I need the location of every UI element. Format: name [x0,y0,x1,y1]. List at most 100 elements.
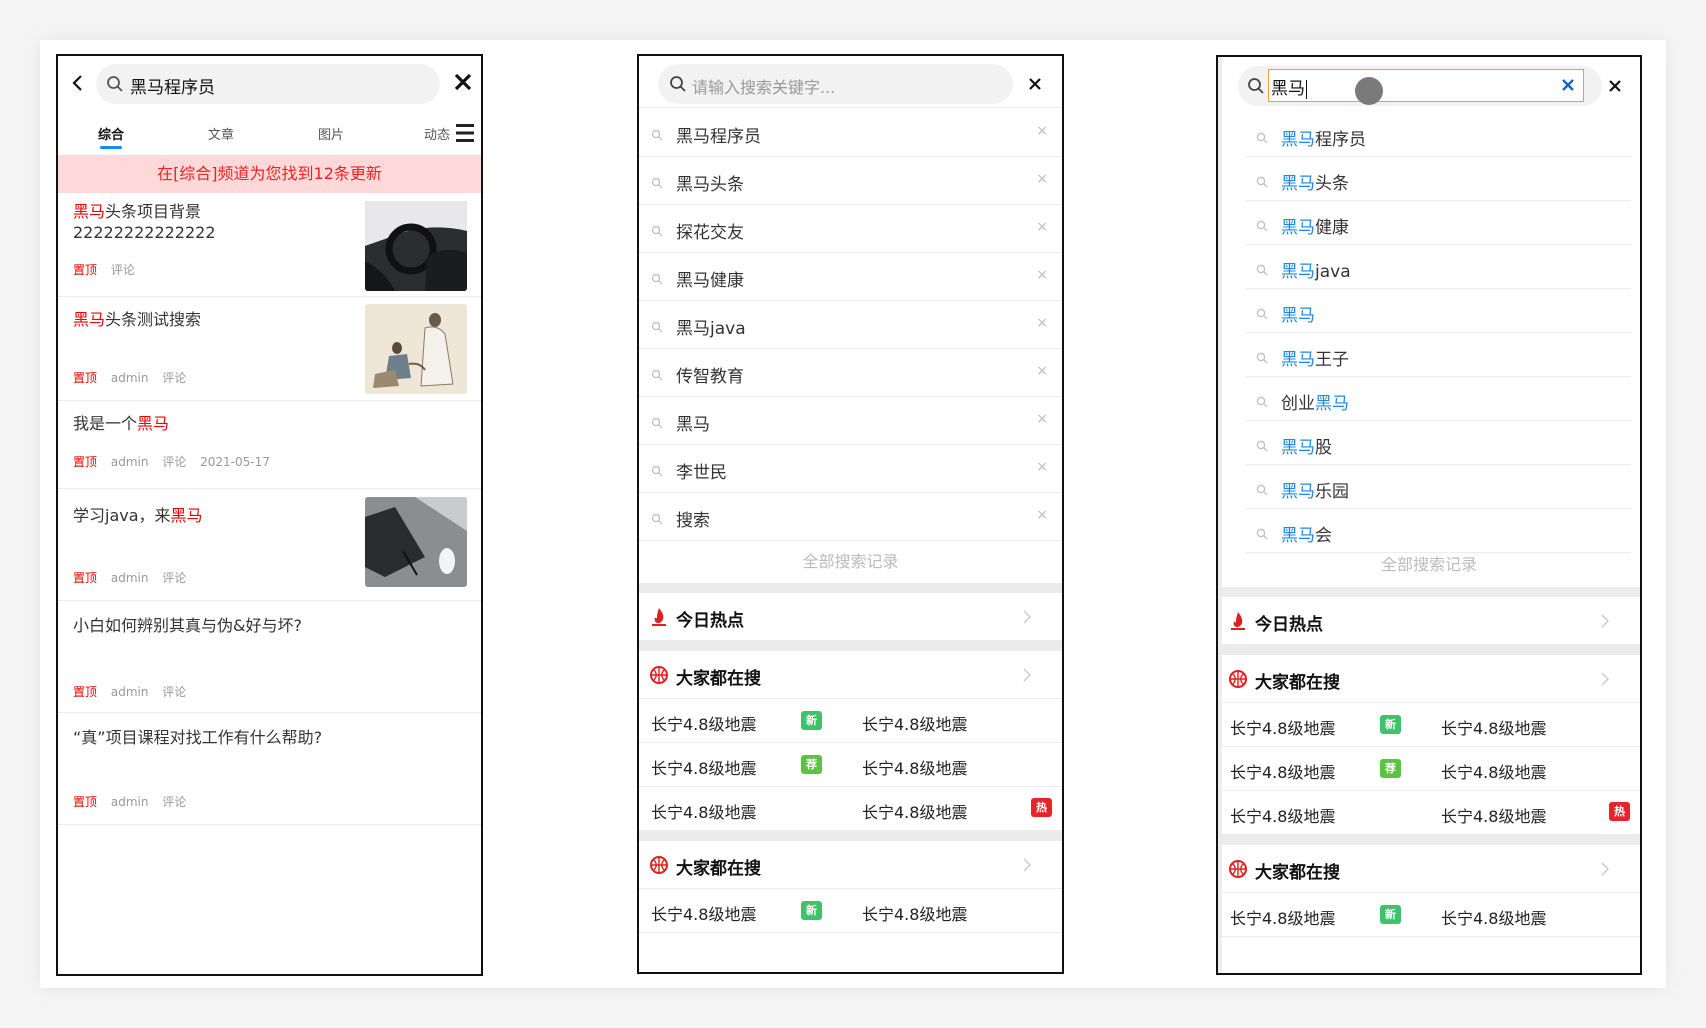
hot-search-row: 长宁4.8级地震 新 长宁4.8级地震 [1218,703,1640,747]
hot-search-item[interactable]: 长宁4.8级地震 [1230,905,1335,929]
delete-history-icon[interactable]: × [1036,411,1048,427]
suggestion-highlight: 黑马 [1281,438,1315,458]
section-hot-today[interactable]: 今日热点 [1218,597,1640,645]
hot-search-item[interactable]: 长宁4.8级地震 [651,711,756,735]
section-everyone-searching-2[interactable]: 大家都在搜 [1218,845,1640,893]
delete-history-icon[interactable]: × [1036,123,1048,139]
pinned-label: 置顶 [73,455,98,469]
menu-icon[interactable] [455,122,475,144]
suggestion-list: 黑马程序员 黑马头条 黑马健康 黑马java 黑马 黑马王子 创业黑马 黑马股 黑马乐园 黑马会 [1246,113,1631,553]
tab-articles[interactable]: 文章 [208,124,234,143]
author-label: admin [110,571,149,585]
section-everyone-searching[interactable]: 大家都在搜 [1218,655,1640,703]
close-icon[interactable] [451,70,475,94]
hot-search-item[interactable]: 长宁4.8级地震 [1441,803,1546,827]
delete-history-icon[interactable]: × [1036,315,1048,331]
hot-search-item[interactable]: 长宁4.8级地震 [1441,759,1546,783]
suggestion-item[interactable]: 黑马程序员 [1246,113,1631,157]
tab-general[interactable]: 综合 [98,124,124,143]
delete-history-icon[interactable]: × [1036,267,1048,283]
hot-search-item[interactable]: 长宁4.8级地震 [862,755,967,779]
hot-search-item[interactable]: 长宁4.8级地震 [1230,715,1335,739]
delete-history-icon[interactable]: × [1036,219,1048,235]
hot-search-item[interactable]: 长宁4.8级地震 [862,799,967,823]
article-meta: 置顶 admin 评论 [73,683,196,700]
suggestion-highlight: 黑马 [1281,482,1315,502]
suggestion-highlight: 黑马 [1315,394,1349,414]
divider [1218,587,1640,597]
hot-search-item[interactable]: 长宁4.8级地震 [651,755,756,779]
search-icon [651,318,663,333]
all-history-link[interactable]: 全部搜索记录 [639,541,1062,583]
history-item[interactable]: 李世民 × [639,445,1062,493]
suggestion-item[interactable]: 黑马 [1246,289,1631,333]
tab-moments[interactable]: 动态 [424,124,450,143]
chevron-right-icon [1601,862,1610,876]
suggestion-item[interactable]: 黑马健康 [1246,201,1631,245]
history-item[interactable]: 黑马头条 × [639,157,1062,205]
section-everyone-searching-2[interactable]: 大家都在搜 [639,841,1062,889]
hot-search-item[interactable]: 长宁4.8级地震 [651,799,756,823]
article-item[interactable]: 黑马头条项目背景 22222222222222 置顶 评论 [58,193,481,297]
article-item[interactable]: 小白如何辨别其真与伪&好与坏? 置顶 admin 评论 [58,601,481,713]
suggestion-item[interactable]: 黑马乐园 [1246,465,1631,509]
article-item[interactable]: 我是一个黑马 置顶 admin 评论 2021-05-17 [58,401,481,489]
hot-search-item[interactable]: 长宁4.8级地震 [651,901,756,925]
author-label: admin [110,371,149,385]
article-item[interactable]: “真”项目课程对找工作有什么帮助? 置顶 admin 评论 [58,713,481,825]
screenshot-canvas: 黑马程序员 综合 文章 图片 动态 在[综合]频道为您找到12条更新 黑马头条项… [40,40,1666,988]
suggestion-item[interactable]: 黑马王子 [1246,333,1631,377]
suggestion-label: 黑马王子 [1281,345,1349,370]
section-hot-today[interactable]: 今日热点 [639,593,1062,641]
history-item[interactable]: 黑马java × [639,301,1062,349]
flame-icon [1231,612,1245,630]
search-input[interactable]: 黑马 [1268,69,1584,102]
suggestion-highlight: 黑马 [1281,306,1315,326]
hot-search-item[interactable]: 长宁4.8级地震 [1441,715,1546,739]
delete-history-icon[interactable]: × [1036,171,1048,187]
search-bar[interactable]: 黑马程序员 [96,64,440,104]
suggestion-item[interactable]: 黑马java [1246,245,1631,289]
close-icon[interactable] [1027,76,1043,92]
history-item[interactable]: 传智教育 × [639,349,1062,397]
history-item[interactable]: 黑马 × [639,397,1062,445]
article-thumbnail-painting [365,304,467,394]
back-arrow-icon[interactable] [67,72,89,94]
history-item[interactable]: 黑马程序员 × [639,109,1062,157]
suggestion-item[interactable]: 黑马头条 [1246,157,1631,201]
article-item[interactable]: 学习java，来黑马 置顶 admin 评论 [58,489,481,601]
suggestion-item[interactable]: 黑马股 [1246,421,1631,465]
hot-search-row: 长宁4.8级地震 长宁4.8级地震 热 [1218,791,1640,835]
author-label: admin [110,455,149,469]
hot-search-item[interactable]: 长宁4.8级地震 [862,901,967,925]
suggestion-item[interactable]: 创业黑马 [1246,377,1631,421]
clear-input-icon[interactable] [1561,78,1575,92]
pinned-label: 置顶 [73,795,98,809]
history-item[interactable]: 探花交友 × [639,205,1062,253]
delete-history-icon[interactable]: × [1036,363,1048,379]
section-everyone-searching[interactable]: 大家都在搜 [639,651,1062,699]
article-title: 黑马头条项目背景 22222222222222 [73,202,216,242]
suggestion-suffix: 健康 [1315,218,1349,238]
suggestion-highlight: 黑马 [1281,350,1315,370]
article-meta: 置顶 admin 评论 2021-05-17 [73,453,280,470]
history-item[interactable]: 搜索 × [639,493,1062,541]
hot-search-item[interactable]: 长宁4.8级地震 [862,711,967,735]
search-input[interactable]: 请输入搜索关键字... [658,64,1013,104]
search-icon [651,126,663,141]
hot-search-item[interactable]: 长宁4.8级地震 [1230,759,1335,783]
suggestion-item[interactable]: 黑马会 [1246,509,1631,553]
close-icon[interactable] [1607,78,1623,94]
article-item[interactable]: 黑马头条测试搜索 置顶 admin 评论 [58,297,481,401]
hot-search-item[interactable]: 长宁4.8级地震 [1230,803,1335,827]
tab-images[interactable]: 图片 [318,124,344,143]
hot-search-item[interactable]: 长宁4.8级地震 [1441,905,1546,929]
delete-history-icon[interactable]: × [1036,459,1048,475]
divider [639,831,1062,841]
divider [1218,645,1640,655]
delete-history-icon[interactable]: × [1036,507,1048,523]
all-history-link[interactable]: 全部搜索记录 [1218,555,1640,587]
date-label: 2021-05-17 [200,455,270,469]
history-item-label: 黑马头条 [676,175,744,195]
history-item[interactable]: 黑马健康 × [639,253,1062,301]
